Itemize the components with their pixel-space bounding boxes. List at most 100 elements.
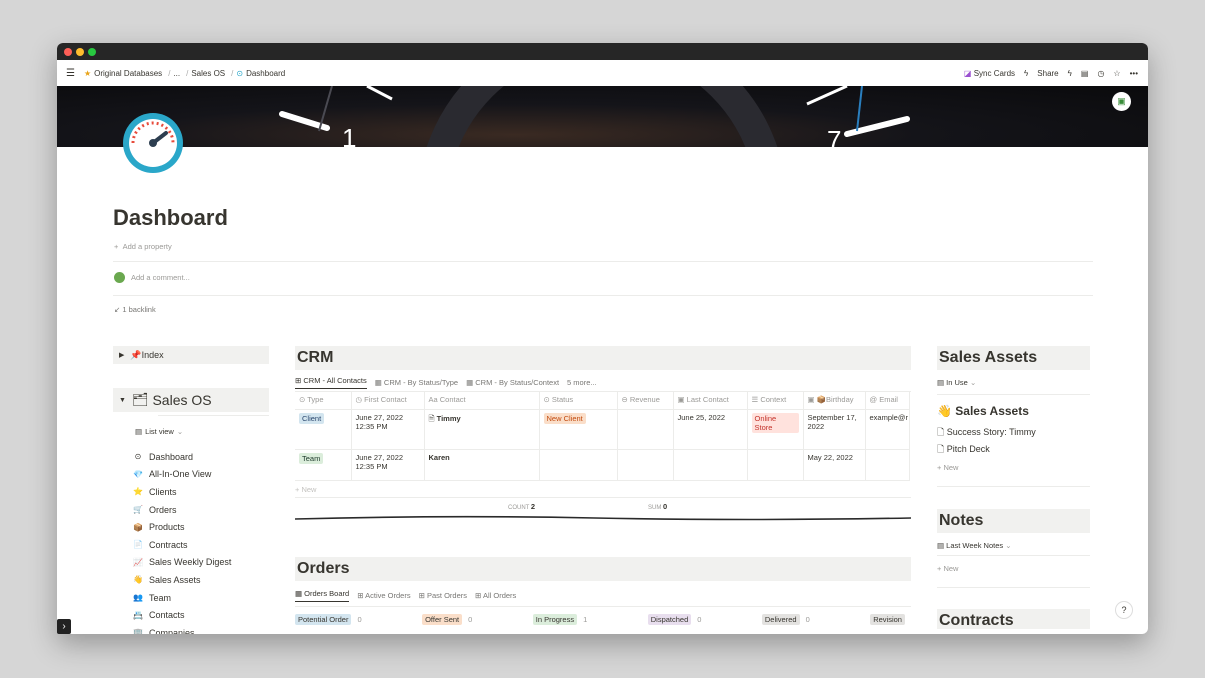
count-calculation[interactable]: COUNT 2 — [508, 502, 535, 511]
crm-cell-revenue[interactable] — [617, 449, 674, 481]
breadcrumb-ellipsis[interactable]: ... — [173, 69, 180, 78]
table-row[interactable]: Client June 27, 2022 12:35 PM 🗎 Timmy New C… — [295, 409, 910, 450]
sidebar-item-contracts[interactable]: 📄 Contracts — [113, 536, 269, 554]
crm-cell-email[interactable] — [865, 449, 910, 481]
tab-crm-by-status-type[interactable]: ▦ CRM - By Status/Type — [375, 378, 458, 387]
sidebar-item-contacts[interactable]: 📇 Contacts — [113, 606, 269, 624]
breadcrumb-dashboard[interactable]: Dashboard — [246, 69, 285, 78]
sidebar-item-team[interactable]: 👥 Team — [113, 589, 269, 607]
tab-orders-board[interactable]: ▦ Orders Board — [295, 589, 350, 602]
tab-all-orders[interactable]: ⊞ All Orders — [475, 591, 516, 600]
column-type-icon: Aa — [428, 395, 440, 404]
history-icon[interactable]: ◷ — [1097, 69, 1104, 78]
divider — [113, 295, 1093, 296]
tab-active-orders[interactable]: ⊞ Active Orders — [357, 591, 410, 600]
cover-clock-art: 1 7 — [279, 86, 910, 147]
column-count: 0 — [805, 615, 810, 624]
sidebar-item-all-in-one-view[interactable]: 💎 All-In-One View — [113, 466, 269, 484]
sidebar-item-icon: 🏢 — [133, 628, 143, 634]
crm-cell-context[interactable]: Online Store — [747, 409, 804, 450]
asset-item[interactable]: 🗋 Pitch Deck — [937, 442, 1090, 459]
sales-os-toggle[interactable]: ▼ 🗂 Sales OS — [113, 388, 269, 412]
crm-new-row-button[interactable]: + New — [295, 481, 911, 498]
lightning-icon[interactable]: ϟ — [1024, 69, 1028, 78]
comment-input[interactable]: Add a comment... — [114, 272, 190, 283]
crm-cell-contact[interactable]: 🗎 Timmy — [424, 409, 540, 450]
board-column-dispatched[interactable]: Dispatched 0 — [647, 614, 701, 625]
sidebar-item-sales-assets[interactable]: 👋 Sales Assets — [113, 571, 269, 589]
tab-crm-all-contacts[interactable]: ⊞ CRM - All Contacts — [295, 376, 367, 389]
sidebar-item-sales-weekly-digest[interactable]: 📈 Sales Weekly Digest — [113, 554, 269, 572]
help-button[interactable]: ? — [1115, 601, 1133, 619]
crm-column-header[interactable]: ▣ 📦Birthday — [803, 392, 866, 410]
updates-icon[interactable]: ϟ — [1068, 69, 1072, 78]
backlink-button[interactable]: ↙ 1 backlink — [114, 305, 156, 314]
more-views-button[interactable]: 5 more... — [567, 378, 597, 387]
crm-cell-contact[interactable]: Karen — [424, 449, 540, 481]
sidebar-item-clients[interactable]: ⭐ Clients — [113, 483, 269, 501]
menu-icon[interactable]: ☰ — [66, 68, 75, 79]
crm-column-header[interactable]: Aa Contact — [424, 392, 540, 410]
crm-cell-status[interactable]: New Client — [539, 409, 618, 450]
crm-column-header[interactable]: @ Email — [865, 392, 910, 410]
sidebar-item-companies[interactable]: 🏢 Companies — [113, 624, 269, 634]
sidebar-item-orders[interactable]: 🛒 Orders — [113, 501, 269, 519]
column-status-tag: In Progress — [532, 614, 578, 625]
breadcrumb-original-databases[interactable]: Original Databases — [94, 69, 162, 78]
sidebar-item-products[interactable]: 📦 Products — [113, 518, 269, 536]
comment-icon[interactable]: ▤ — [1081, 69, 1089, 78]
crm-column-header[interactable]: ☰ Context — [747, 392, 804, 410]
crm-cell-birthday[interactable]: September 17, 2022 — [803, 409, 866, 450]
crm-cell-first[interactable]: June 27, 2022 12:35 PM — [351, 449, 425, 481]
crm-cell-email[interactable]: example@r — [865, 409, 910, 450]
sync-cards-button[interactable]: ◪ Sync Cards — [964, 69, 1015, 78]
asset-item[interactable]: 🗋 Success Story: Timmy — [937, 425, 1090, 442]
book-icon[interactable]: ▣ — [1112, 92, 1131, 111]
add-property-button[interactable]: + Add a property — [114, 242, 172, 251]
crm-cell-revenue[interactable] — [617, 409, 674, 450]
crm-cell-last[interactable] — [673, 449, 748, 481]
sum-calculation[interactable]: SUM 0 — [648, 502, 667, 511]
crm-column-header[interactable]: ⊙ Status — [539, 392, 618, 410]
breadcrumb-sales-os[interactable]: Sales OS — [191, 69, 225, 78]
column-status-tag: Potential Order — [295, 614, 352, 625]
index-toggle[interactable]: ▶ 📌Index — [113, 346, 269, 364]
board-column-in-progress[interactable]: In Progress 1 — [532, 614, 587, 625]
crm-column-header[interactable]: ⊙ Type — [295, 392, 352, 410]
sidebar-item-dashboard[interactable]: ⊙ Dashboard — [113, 448, 269, 466]
more-icon[interactable]: ••• — [1130, 69, 1138, 78]
maximize-window-button[interactable] — [88, 48, 96, 56]
last-week-notes-view-selector[interactable]: ▤ Last Week Notes ⌄ — [937, 541, 1090, 555]
divider — [937, 486, 1090, 487]
tab-past-orders[interactable]: ⊞ Past Orders — [419, 591, 467, 600]
sidebar-item-label: Orders — [149, 504, 177, 515]
crm-cell-last[interactable]: June 25, 2022 — [673, 409, 748, 450]
crm-cell-first[interactable]: June 27, 2022 12:35 PM — [351, 409, 425, 450]
cell-value: June 27, 2022 12:35 PM — [355, 452, 404, 471]
status-tag: New Client — [543, 412, 586, 424]
board-column-offer-sent[interactable]: Offer Sent 0 — [422, 614, 472, 625]
crm-cell-type[interactable]: Client — [295, 409, 352, 450]
expand-sidebar-button[interactable]: › — [57, 619, 71, 634]
board-column-delivered[interactable]: Delivered 0 — [761, 614, 810, 625]
table-row[interactable]: Team June 27, 2022 12:35 PM Karen May 22, 2… — [295, 449, 910, 481]
crm-column-header[interactable]: ◷ First Contact — [351, 392, 425, 410]
list-view-selector[interactable]: ▤ List view ⌄ — [135, 427, 183, 436]
dashboard-icon: ⊙ — [236, 68, 244, 78]
favorite-icon[interactable]: ☆ — [1113, 69, 1120, 78]
board-column-potential-order[interactable]: Potential Order 0 — [295, 614, 362, 625]
tab-crm-by-status-context[interactable]: ▦ CRM - By Status/Context — [466, 378, 559, 387]
share-button[interactable]: Share — [1037, 69, 1058, 78]
board-column-revision[interactable]: Revision — [870, 614, 911, 625]
close-window-button[interactable] — [64, 48, 72, 56]
notes-new-button[interactable]: + New — [937, 564, 1090, 573]
crm-cell-context[interactable] — [747, 449, 804, 481]
crm-cell-type[interactable]: Team — [295, 449, 352, 481]
assets-new-button[interactable]: + New — [937, 463, 1090, 472]
minimize-window-button[interactable] — [76, 48, 84, 56]
crm-column-header[interactable]: ⊖ Revenue — [617, 392, 674, 410]
crm-cell-status[interactable] — [539, 449, 618, 481]
in-use-view-selector[interactable]: ▤ In Use ⌄ — [937, 378, 1090, 392]
crm-column-header[interactable]: ▣ Last Contact — [673, 392, 748, 410]
crm-cell-birthday[interactable]: May 22, 2022 — [803, 449, 866, 481]
